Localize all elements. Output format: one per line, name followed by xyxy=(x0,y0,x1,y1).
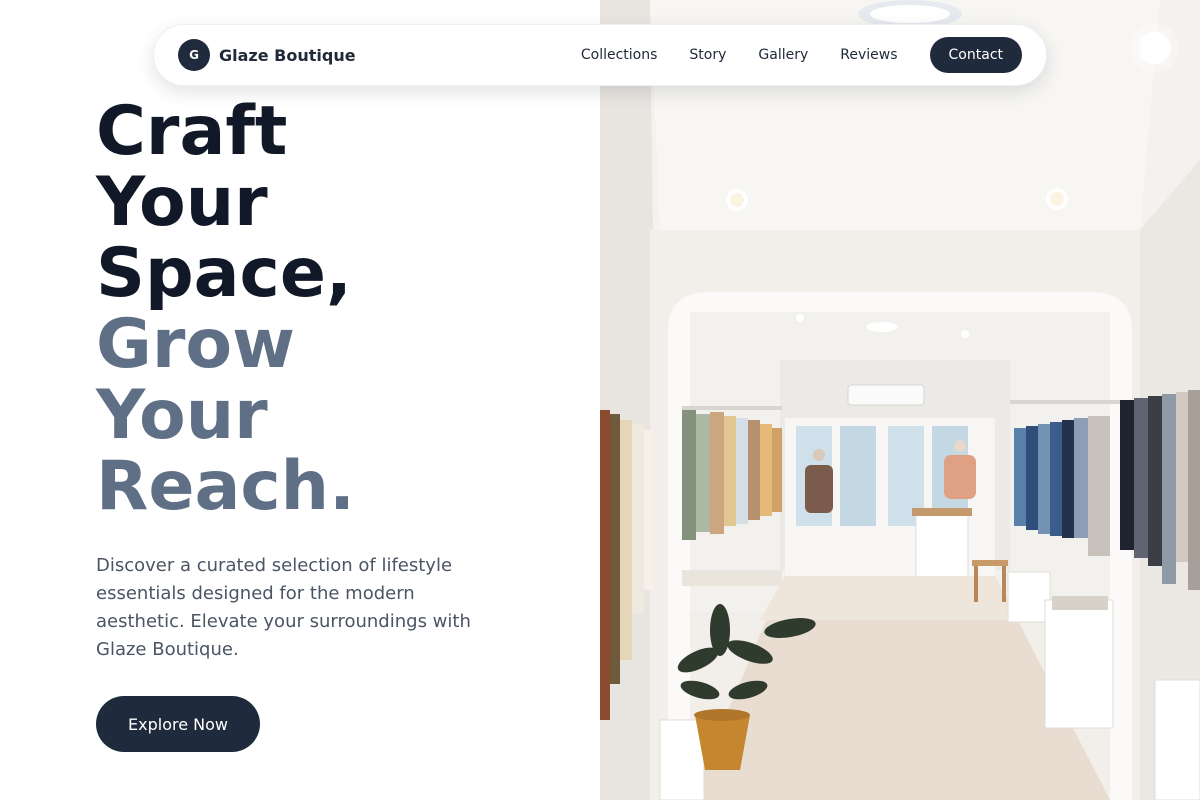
hero-left-pane: Craft Your Space, Grow Your Reach. Disco… xyxy=(0,0,600,800)
headline-line: Your xyxy=(96,376,268,455)
hero-headline: Craft Your Space, Grow Your Reach. xyxy=(96,96,355,522)
nav-link-collections[interactable]: Collections xyxy=(581,47,658,63)
contact-button[interactable]: Contact xyxy=(929,37,1022,73)
nav-link-story[interactable]: Story xyxy=(689,47,726,63)
nav-link-reviews[interactable]: Reviews xyxy=(840,47,897,63)
headline-line: Space, xyxy=(96,234,352,313)
brand-mark-icon: G xyxy=(178,39,210,71)
brand-logo[interactable]: G Glaze Boutique xyxy=(178,39,356,71)
nav-links: Collections Story Gallery Reviews xyxy=(581,47,898,63)
headline-line: Grow xyxy=(96,305,295,384)
headline-line: Reach. xyxy=(96,447,355,526)
top-navigation-bar: G Glaze Boutique Collections Story Galle… xyxy=(153,24,1047,86)
headline-line: Craft xyxy=(96,92,288,171)
nav-link-gallery[interactable]: Gallery xyxy=(758,47,808,63)
hero-description: Discover a curated selection of lifestyl… xyxy=(96,555,471,660)
headline-line: Your xyxy=(96,163,268,242)
explore-now-button[interactable]: Explore Now xyxy=(96,696,260,752)
brand-name: Glaze Boutique xyxy=(219,45,356,65)
boutique-interior-photo xyxy=(600,0,1200,800)
